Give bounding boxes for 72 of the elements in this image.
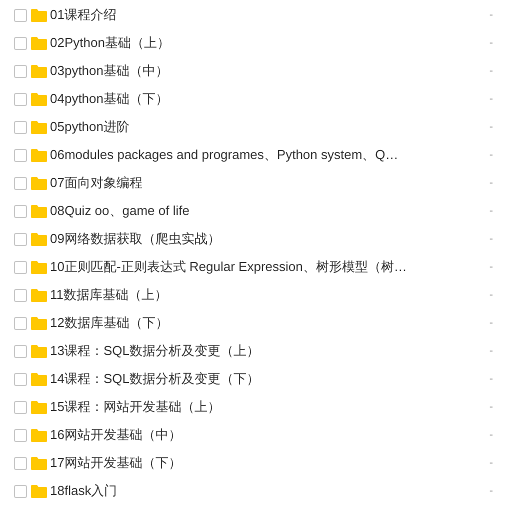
folder-icon [31, 260, 47, 274]
folder-name[interactable]: 13课程：SQL数据分析及变更（上） [50, 341, 260, 361]
file-size: - [489, 372, 493, 387]
checkbox[interactable] [14, 288, 27, 302]
folder-icon [31, 92, 47, 106]
folder-icon [31, 64, 47, 78]
folder-icon [31, 120, 47, 134]
folder-name[interactable]: 06modules packages and programes、Python system、Q… [50, 145, 398, 165]
folder-name[interactable]: 12数据库基础（下） [50, 313, 168, 333]
folder-icon [31, 148, 47, 162]
folder-name[interactable]: 09网络数据获取（爬虫实战） [50, 229, 220, 249]
folder-icon [31, 204, 47, 218]
checkbox[interactable] [14, 176, 27, 190]
folder-name[interactable]: 01课程介绍 [50, 5, 116, 25]
folder-icon [31, 232, 47, 246]
folder-name[interactable]: 02Python基础（上） [50, 33, 170, 53]
folder-name[interactable]: 03python基础（中） [50, 61, 168, 81]
file-size: - [489, 176, 493, 191]
file-size: - [489, 456, 493, 471]
folder-icon [31, 456, 47, 470]
folder-name[interactable]: 16网站开发基础（中） [50, 425, 182, 445]
folder-icon [31, 372, 47, 386]
checkbox[interactable] [14, 36, 27, 50]
file-size: - [489, 344, 493, 359]
folder-name[interactable]: 18flask入门 [50, 481, 118, 501]
file-size: - [489, 428, 493, 443]
folder-name[interactable]: 10正则匹配-正则表达式 Regular Expression、树形模型（树… [50, 257, 407, 277]
folder-name[interactable]: 07面向对象编程 [50, 173, 142, 193]
checkbox[interactable] [14, 372, 27, 386]
file-size: - [489, 232, 493, 247]
file-size: - [489, 484, 493, 499]
checkbox[interactable] [14, 148, 27, 162]
folder-icon [31, 428, 47, 442]
checkbox[interactable] [14, 92, 27, 106]
folder-icon [31, 344, 47, 358]
file-size: - [489, 400, 493, 415]
folder-icon [31, 400, 47, 414]
checkbox[interactable] [14, 344, 27, 358]
checkbox[interactable] [14, 484, 27, 498]
checkbox[interactable] [14, 260, 27, 274]
folder-name[interactable]: 14课程：SQL数据分析及变更（下） [50, 369, 260, 389]
folder-name[interactable]: 04python基础（下） [50, 89, 168, 109]
file-size: - [489, 64, 493, 79]
folder-icon [31, 36, 47, 50]
file-size: - [489, 148, 493, 163]
file-size: - [489, 92, 493, 107]
file-size: - [489, 8, 493, 23]
folder-name[interactable]: 15课程：网站开发基础（上） [50, 397, 220, 417]
checkbox[interactable] [14, 400, 27, 414]
file-size: - [489, 316, 493, 331]
checkbox[interactable] [14, 428, 27, 442]
folder-name[interactable]: 11数据库基础（上） [50, 285, 168, 305]
checkbox[interactable] [14, 8, 27, 22]
folder-icon [31, 484, 47, 498]
file-size: - [489, 260, 493, 275]
folder-icon [31, 176, 47, 190]
checkbox[interactable] [14, 120, 27, 134]
checkbox[interactable] [14, 316, 27, 330]
folder-icon [31, 288, 47, 302]
checkbox[interactable] [14, 232, 27, 246]
folder-icon [31, 316, 47, 330]
file-size: - [489, 288, 493, 303]
checkbox[interactable] [14, 456, 27, 470]
checkbox[interactable] [14, 64, 27, 78]
file-size: - [489, 204, 493, 219]
folder-name[interactable]: 17网站开发基础（下） [50, 453, 182, 473]
checkbox[interactable] [14, 204, 27, 218]
folder-name[interactable]: 08Quiz oo、game of life [50, 201, 190, 221]
folder-icon [31, 8, 47, 22]
file-size: - [489, 120, 493, 135]
file-size: - [489, 36, 493, 51]
folder-name[interactable]: 05python进阶 [50, 117, 130, 137]
